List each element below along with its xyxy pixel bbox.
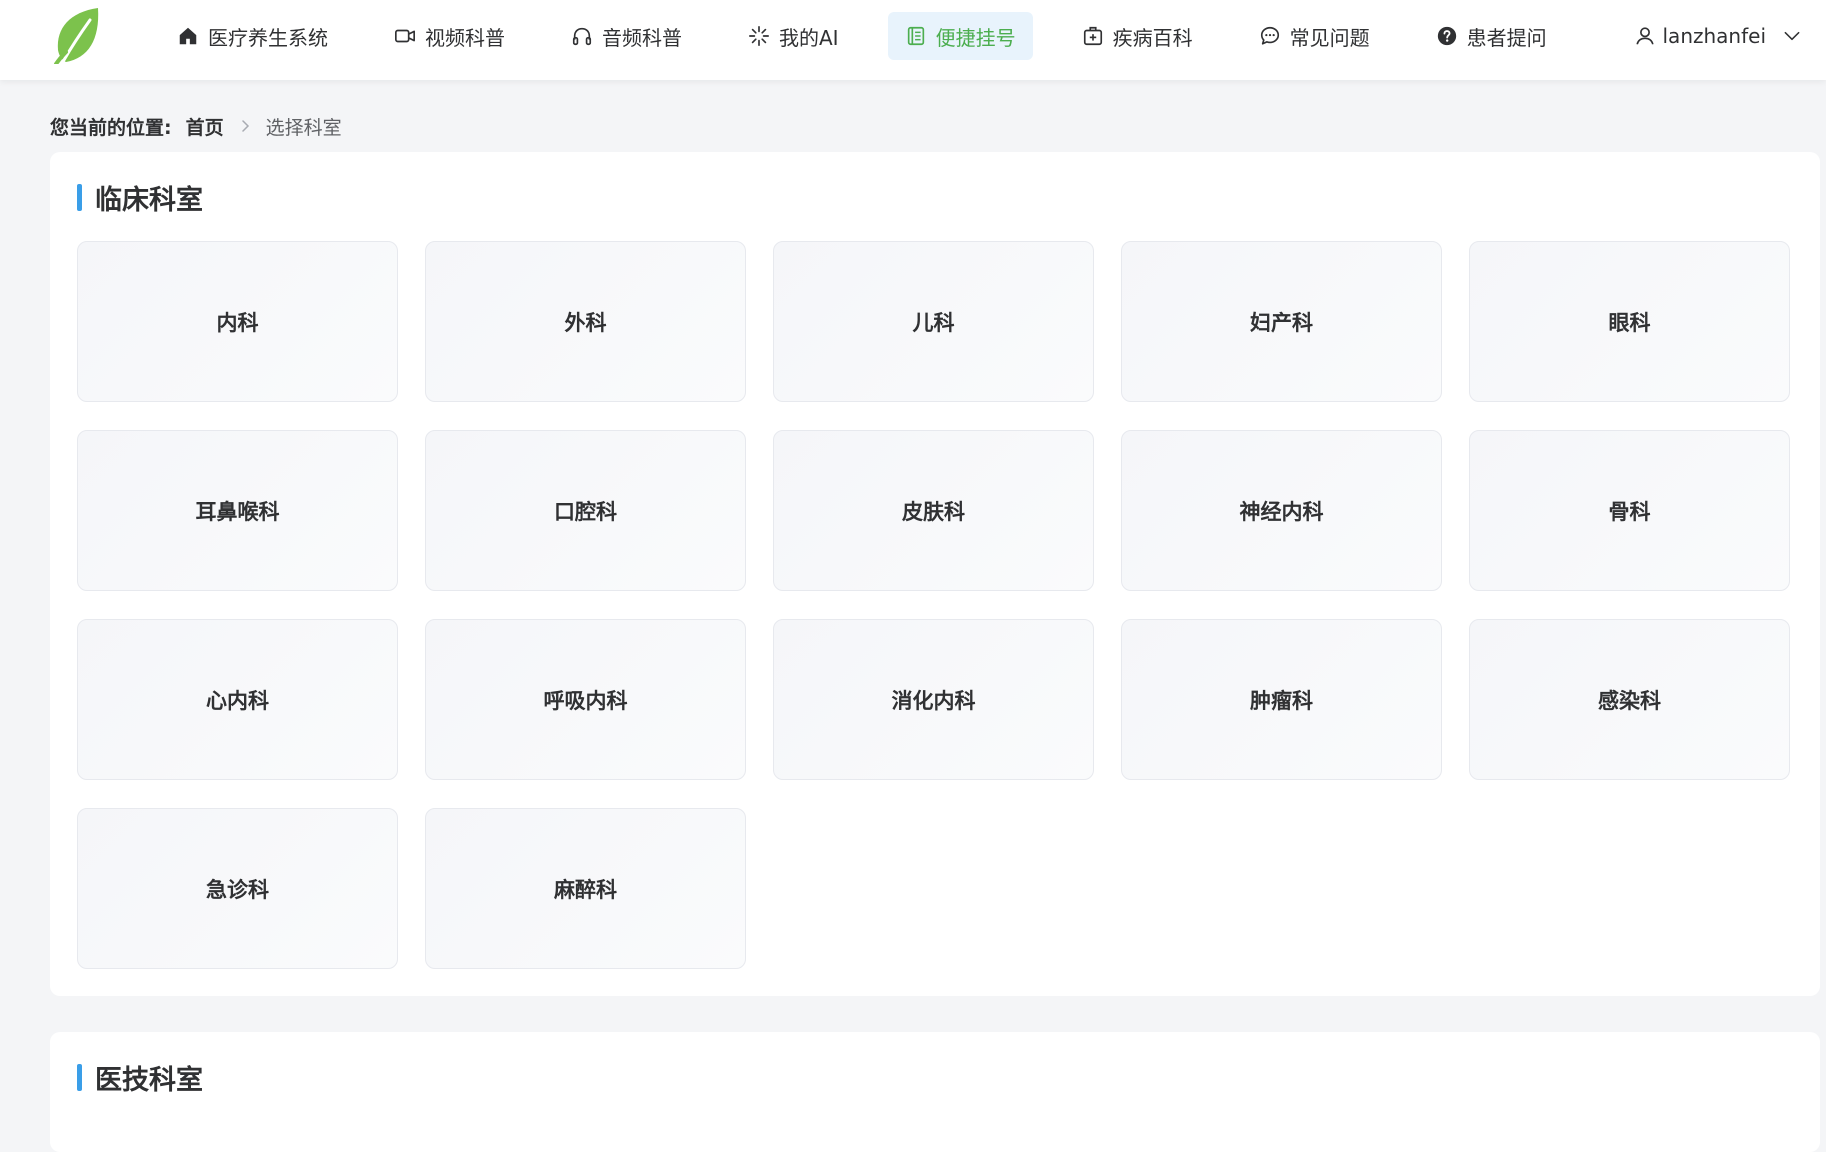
- video-camera-icon: [395, 29, 415, 43]
- chat-bubble-icon: [1260, 26, 1279, 45]
- nav-item-quick-registration[interactable]: 便捷挂号: [887, 12, 1033, 60]
- section-title: 医技科室: [77, 1058, 203, 1097]
- nav-item-my-ai[interactable]: 我的AI: [731, 12, 856, 60]
- nav-item-label: 常见问题: [1289, 25, 1370, 50]
- department-card[interactable]: 呼吸内科: [425, 619, 746, 780]
- section-title: 临床科室: [77, 178, 203, 217]
- department-card[interactable]: 急诊科: [77, 808, 398, 969]
- headphones-icon: [572, 27, 592, 46]
- nav-item-disease-encyclopedia[interactable]: 疾病百科: [1065, 12, 1210, 60]
- chevron-right-icon: [241, 120, 249, 132]
- breadcrumb: 您当前的位置: 首页 选择科室: [50, 112, 342, 140]
- user-menu[interactable]: lanzhanfei: [1634, 12, 1803, 60]
- leaf-logo-icon[interactable]: [50, 6, 104, 64]
- medical-kit-icon: [1083, 26, 1102, 46]
- sparkle-icon: [749, 26, 769, 46]
- breadcrumb-home-link[interactable]: 首页: [186, 113, 224, 140]
- department-grid: 内科 外科 儿科 妇产科 眼科 耳鼻喉科 口腔科 皮肤科 神经内科 骨科 心内科…: [77, 241, 1790, 969]
- home-icon: [179, 27, 197, 45]
- nav-item-label: 音频科普: [602, 25, 682, 50]
- department-card[interactable]: 口腔科: [425, 430, 746, 591]
- department-card[interactable]: 神经内科: [1121, 430, 1442, 591]
- nav-item-label: 我的AI: [779, 25, 839, 50]
- section-title-text: 临床科室: [95, 185, 203, 216]
- department-card[interactable]: 妇产科: [1121, 241, 1442, 402]
- top-navbar: 医疗养生系统 视频科普 音频科普 我的AI 便捷挂号 疾病百科 常见问题 患者提…: [0, 0, 1826, 80]
- notebook-icon: [907, 26, 924, 46]
- department-card[interactable]: 肿瘤科: [1121, 619, 1442, 780]
- nav-item-audio[interactable]: 音频科普: [554, 12, 699, 60]
- nav-item-label: 便捷挂号: [935, 25, 1016, 50]
- nav-item-faq[interactable]: 常见问题: [1242, 12, 1387, 60]
- nav-item-home[interactable]: 医疗养生系统: [160, 12, 345, 60]
- nav-item-label: 视频科普: [425, 25, 505, 50]
- department-card[interactable]: 感染科: [1469, 619, 1790, 780]
- title-accent-bar: [77, 1064, 82, 1091]
- breadcrumb-prefix: 您当前的位置:: [50, 116, 172, 139]
- department-card[interactable]: 儿科: [773, 241, 1094, 402]
- nav-item-label: 疾病百科: [1112, 25, 1193, 50]
- department-card[interactable]: 耳鼻喉科: [77, 430, 398, 591]
- department-card[interactable]: 眼科: [1469, 241, 1790, 402]
- nav-item-label: 患者提问: [1466, 25, 1547, 50]
- department-card[interactable]: 麻醉科: [425, 808, 746, 969]
- breadcrumb-current: 选择科室: [265, 116, 342, 139]
- technical-departments-panel: 医技科室: [50, 1032, 1820, 1152]
- department-card[interactable]: 骨科: [1469, 430, 1790, 591]
- title-accent-bar: [77, 184, 82, 211]
- clinical-departments-panel: 临床科室 内科 外科 儿科 妇产科 眼科 耳鼻喉科 口腔科 皮肤科 神经内科 骨…: [50, 152, 1820, 996]
- section-title-text: 医技科室: [95, 1065, 203, 1096]
- nav-item-label: 医疗养生系统: [208, 25, 328, 50]
- department-card[interactable]: 外科: [425, 241, 746, 402]
- question-circle-icon: [1437, 26, 1456, 46]
- user-name: lanzhanfei: [1662, 24, 1767, 48]
- user-icon: [1635, 27, 1654, 45]
- main-menu: 医疗养生系统 视频科普 音频科普 我的AI 便捷挂号 疾病百科 常见问题 患者提…: [160, 12, 1596, 60]
- department-card[interactable]: 皮肤科: [773, 430, 1094, 591]
- nav-item-video[interactable]: 视频科普: [377, 12, 522, 60]
- nav-item-patient-questions[interactable]: 患者提问: [1419, 12, 1564, 60]
- chevron-down-icon: [1784, 31, 1800, 41]
- department-card[interactable]: 内科: [77, 241, 398, 402]
- department-card[interactable]: 心内科: [77, 619, 398, 780]
- department-card[interactable]: 消化内科: [773, 619, 1094, 780]
